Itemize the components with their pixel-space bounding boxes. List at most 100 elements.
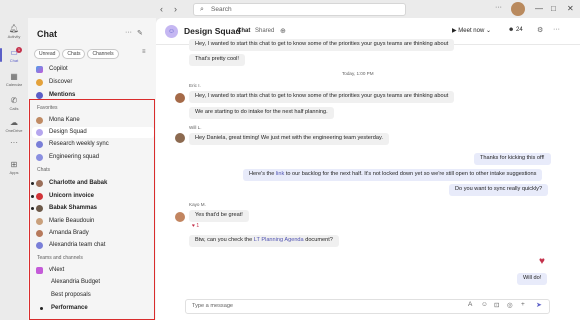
at-icon bbox=[36, 92, 43, 99]
message-text: document? bbox=[303, 237, 333, 243]
message-text: Here's the bbox=[249, 171, 276, 177]
copilot-icon[interactable]: ⚙ bbox=[537, 26, 543, 34]
message-bubble: Btw, can you check the LT Planning Agend… bbox=[189, 235, 339, 247]
sender-name: Kayo M. bbox=[189, 202, 206, 207]
item-label: vNext bbox=[49, 267, 65, 273]
add-tab-icon[interactable]: ⊕ bbox=[280, 27, 286, 35]
tab-chat[interactable]: Chat bbox=[237, 28, 250, 34]
participants-button[interactable]: ☻ 24 bbox=[508, 27, 523, 33]
rail-chat[interactable]: ▭ 1 Chat bbox=[0, 47, 28, 63]
item-label: Amanda Brady bbox=[49, 230, 89, 236]
tab-shared[interactable]: Shared bbox=[255, 28, 274, 34]
list-item-marie[interactable]: Marie Beaudouin bbox=[32, 216, 154, 227]
list-item-discover[interactable]: Discover bbox=[32, 77, 154, 88]
compose-placeholder: Type a message bbox=[192, 303, 234, 309]
message-bubble: Hey, I wanted to start this chat to get … bbox=[189, 91, 455, 103]
message-text: to our backlog for the next half. It's n… bbox=[284, 171, 537, 177]
rail-onedrive[interactable]: ☁ OneDrive bbox=[0, 118, 28, 133]
list-item-charlotte-babak[interactable]: Charlotte and Babak bbox=[31, 178, 154, 189]
rail-label: Apps bbox=[9, 170, 19, 175]
heart-icon: ♥ bbox=[539, 256, 545, 267]
participant-count: 24 bbox=[515, 27, 523, 33]
channel-best-proposals[interactable]: Best proposals bbox=[32, 290, 154, 301]
avatar bbox=[36, 193, 43, 200]
back-icon[interactable]: ‹ bbox=[160, 4, 163, 14]
list-item-mentions[interactable]: Mentions bbox=[32, 90, 154, 101]
more-icon[interactable]: ··· bbox=[553, 26, 560, 33]
filter-unread[interactable]: Unread bbox=[34, 49, 61, 59]
compose-icon[interactable]: ✎ bbox=[137, 29, 143, 37]
list-item-alexandria[interactable]: Alexandria team chat bbox=[32, 240, 154, 251]
close-button[interactable]: ✕ bbox=[567, 4, 574, 14]
format-icon[interactable]: A bbox=[468, 301, 472, 308]
message-bubble-own: Here's the link to our backlog for the n… bbox=[243, 169, 543, 181]
filter-chips: Unread Chats Channels bbox=[34, 49, 119, 59]
chat-list-panel: Chat ··· ✎ Unread Chats Channels ≡ Copil… bbox=[28, 18, 156, 320]
send-icon[interactable]: ➤ bbox=[536, 301, 542, 309]
filter-chats[interactable]: Chats bbox=[62, 49, 86, 59]
channel-performance[interactable]: Performance bbox=[32, 303, 154, 314]
channel-alexandria-budget[interactable]: Alexandria Budget bbox=[32, 277, 154, 288]
gif-icon[interactable]: ⊡ bbox=[494, 301, 499, 309]
group-icon bbox=[36, 141, 43, 148]
rail-apps[interactable]: ⊞ Apps bbox=[0, 160, 28, 175]
list-item-copilot[interactable]: Copilot bbox=[32, 64, 154, 75]
list-item-research[interactable]: Research weekly sync bbox=[32, 139, 154, 150]
list-item-unicorn-invoice[interactable]: Unicorn invoice bbox=[31, 191, 154, 202]
list-item-engineering[interactable]: Engineering squad bbox=[32, 152, 154, 163]
heart-reaction[interactable]: ♥ 1 bbox=[192, 223, 199, 229]
agenda-link[interactable]: LT Planning Agenda bbox=[254, 237, 304, 243]
section-favorites: Favorites bbox=[37, 105, 58, 111]
more-icon[interactable]: ··· bbox=[495, 4, 502, 11]
minimize-button[interactable]: — bbox=[535, 4, 543, 14]
emoji-icon[interactable]: ☺ bbox=[481, 301, 488, 308]
unread-dot bbox=[40, 307, 43, 310]
item-label: Research weekly sync bbox=[49, 141, 109, 147]
chat-icon: ▭ bbox=[10, 48, 18, 57]
item-label: Engineering squad bbox=[49, 154, 100, 160]
avatar bbox=[36, 205, 43, 212]
item-label: Babak Shammas bbox=[49, 205, 98, 211]
item-label: Mona Kane bbox=[49, 117, 80, 123]
avatar[interactable] bbox=[511, 2, 525, 16]
rail-more[interactable]: ··· bbox=[0, 138, 28, 148]
filter-channels[interactable]: Channels bbox=[87, 49, 119, 59]
filter-icon[interactable]: ≡ bbox=[142, 49, 146, 55]
list-item-mona[interactable]: Mona Kane bbox=[32, 115, 154, 126]
rail-calendar[interactable]: ▦ Calendar bbox=[0, 72, 28, 87]
chat-title: Design Squad bbox=[184, 26, 241, 36]
message-bubble-own: Do you want to sync really quickly? bbox=[449, 184, 549, 196]
bell-icon: 🔔︎ bbox=[8, 24, 20, 33]
item-label: Charlotte and Babak bbox=[49, 180, 108, 186]
loop-icon[interactable]: ◎ bbox=[507, 301, 513, 309]
unread-dot bbox=[31, 195, 34, 198]
maximize-button[interactable]: □ bbox=[551, 4, 556, 14]
rail-calls[interactable]: ✆ Calls bbox=[0, 96, 28, 111]
item-label: Alexandria team chat bbox=[49, 242, 106, 248]
list-item-babak[interactable]: Babak Shammas bbox=[31, 203, 154, 214]
list-item-design-squad[interactable]: Design Squad bbox=[32, 127, 154, 138]
meet-now-button[interactable]: ▶︎ Meet now ⌄ bbox=[452, 27, 491, 34]
forward-icon[interactable]: › bbox=[174, 4, 177, 14]
more-icon[interactable]: ··· bbox=[125, 29, 132, 36]
message-bubble: We are starting to do intake for the nex… bbox=[189, 107, 334, 119]
rail-label: OneDrive bbox=[5, 128, 23, 133]
unread-dot bbox=[31, 182, 34, 185]
search-icon: ⌕ bbox=[200, 6, 204, 13]
item-label: Best proposals bbox=[51, 292, 91, 298]
sender-name: Eric I. bbox=[189, 83, 201, 88]
group-icon: ☺ bbox=[165, 25, 178, 38]
rail-label: Activity bbox=[7, 34, 21, 39]
message-text: Btw, can you check the bbox=[195, 237, 254, 243]
add-icon[interactable]: + bbox=[521, 301, 525, 308]
message-bubble: Yes that'd be great! bbox=[189, 210, 249, 222]
rail-activity[interactable]: 🔔︎ Activity bbox=[0, 24, 28, 39]
item-label: Performance bbox=[51, 305, 88, 311]
more-icon: ··· bbox=[10, 138, 18, 147]
item-label: Discover bbox=[49, 79, 73, 85]
list-item-vnext[interactable]: vNext bbox=[32, 265, 154, 276]
rail-label: Calls bbox=[9, 106, 19, 111]
search-input[interactable]: ⌕ Search bbox=[193, 3, 406, 16]
list-item-amanda[interactable]: Amanda Brady bbox=[32, 228, 154, 239]
message-bubble-own: Thanks for kicking this off! bbox=[474, 153, 551, 165]
